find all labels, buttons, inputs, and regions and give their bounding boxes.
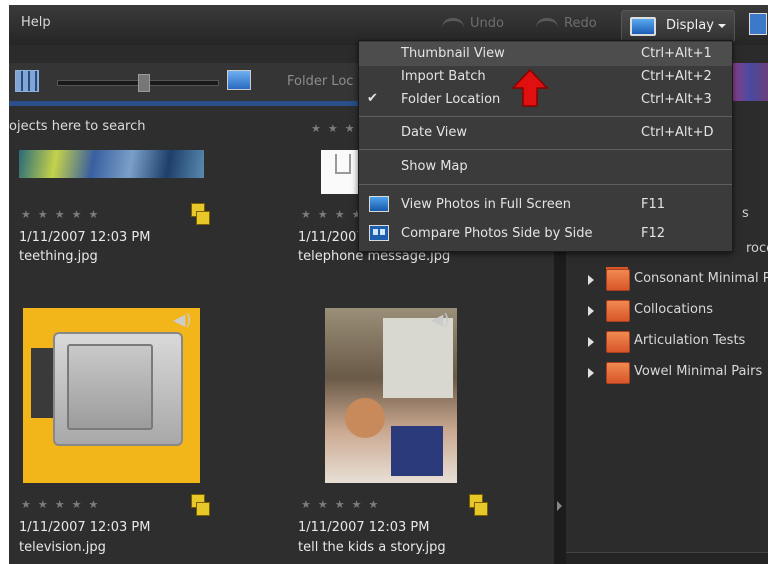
- redo-label: Redo: [564, 16, 597, 31]
- keyword-tag-icon: [606, 269, 630, 291]
- rating-stars[interactable]: ★★★★★: [301, 498, 385, 511]
- expand-icon[interactable]: [588, 275, 594, 285]
- slider-knob[interactable]: [138, 74, 150, 92]
- menu-separator: [359, 116, 732, 117]
- menu-item-shortcut: Ctrl+Alt+3: [641, 92, 712, 107]
- menu-item-date-view[interactable]: Date View Ctrl+Alt+D: [359, 121, 732, 145]
- keyword-tag-icon: [469, 494, 488, 516]
- chevron-down-icon: [718, 24, 726, 28]
- menu-bar: Help Undo Redo Display: [9, 5, 768, 45]
- keyword-label: Articulation Tests: [634, 333, 746, 348]
- menu-item-label: Import Batch: [401, 69, 486, 84]
- small-thumbnails-icon[interactable]: [15, 70, 39, 92]
- menu-item-label: Show Map: [401, 159, 468, 174]
- menu-item-label: Thumbnail View: [401, 46, 505, 61]
- rating-stars[interactable]: ★★★★★: [21, 208, 105, 221]
- menu-item-show-map[interactable]: Show Map: [359, 155, 732, 179]
- undo-icon: [442, 18, 464, 29]
- photo-filename: television.jpg: [19, 540, 106, 555]
- search-hint: ojects here to search: [9, 119, 146, 134]
- undo-label: Undo: [470, 16, 504, 31]
- menu-item-thumbnail-view[interactable]: Thumbnail View Ctrl+Alt+1: [359, 42, 732, 66]
- expand-icon[interactable]: [588, 306, 594, 316]
- keyword-tag-icon: [606, 300, 630, 322]
- menu-separator: [359, 149, 732, 150]
- television-image: [53, 332, 183, 446]
- redo-button[interactable]: Redo: [536, 16, 597, 31]
- keyword-tag-icon: [191, 203, 210, 225]
- edit-icon[interactable]: [749, 13, 767, 35]
- keyword-item[interactable]: Articulation Tests: [566, 327, 768, 357]
- menu-item-shortcut: Ctrl+Alt+2: [641, 69, 712, 84]
- keyword-tag-icon: [606, 362, 630, 384]
- photo-thumbnail-kids[interactable]: ◀): [325, 308, 457, 483]
- menu-separator: [359, 184, 732, 185]
- large-thumbnail-icon[interactable]: [227, 70, 251, 90]
- menu-item-shortcut: Ctrl+Alt+D: [641, 125, 714, 140]
- photo-thumbnail[interactable]: [321, 150, 361, 194]
- menu-item-full-screen[interactable]: View Photos in Full Screen F11: [359, 193, 732, 217]
- color-strip: [733, 63, 768, 101]
- menu-item-shortcut: Ctrl+Alt+1: [641, 46, 712, 61]
- checkmark-icon: ✔: [367, 91, 378, 106]
- folder-location-label: Folder Loc: [287, 74, 354, 89]
- photo-filename: tell the kids a story.jpg: [298, 540, 446, 555]
- photo-filename: teething.jpg: [19, 249, 98, 264]
- menu-item-label: Folder Location: [401, 92, 501, 107]
- red-arrow-annotation: [511, 68, 549, 107]
- compare-icon: [369, 225, 389, 241]
- audio-icon[interactable]: ◀): [173, 310, 192, 329]
- display-button[interactable]: Display: [621, 10, 735, 42]
- menu-item-label: Date View: [401, 125, 468, 140]
- full-screen-icon: [369, 196, 389, 212]
- menu-item-label: View Photos in Full Screen: [401, 197, 572, 212]
- keyword-partial: s: [742, 206, 749, 221]
- menu-item-compare-side-by-side[interactable]: Compare Photos Side by Side F12: [359, 222, 732, 246]
- keyword-tag-icon: [606, 331, 630, 353]
- keyword-label: Consonant Minimal P: [634, 271, 768, 286]
- menu-item-shortcut: F12: [641, 226, 666, 241]
- menu-item-label: Compare Photos Side by Side: [401, 226, 593, 241]
- photo-date: 1/11/2007 12:03 PM: [19, 520, 151, 535]
- display-label: Display: [666, 18, 714, 33]
- keyword-item[interactable]: Collocations: [566, 296, 768, 326]
- audio-icon[interactable]: ◀): [431, 310, 450, 329]
- redo-icon: [536, 18, 558, 29]
- thumbnail-size-slider[interactable]: [57, 74, 219, 92]
- expand-icon[interactable]: [588, 368, 594, 378]
- help-menu[interactable]: Help: [21, 15, 51, 30]
- photo-date: 1/11/2007 12:03 PM: [298, 520, 430, 535]
- panel-footer: [566, 552, 768, 564]
- expand-icon[interactable]: [588, 337, 594, 347]
- keyword-tag-icon: [191, 494, 210, 516]
- photo-date: 1/11/2007 12:03 PM: [19, 230, 151, 245]
- keyword-item[interactable]: Consonant Minimal P: [566, 265, 768, 295]
- keyword-label: Vowel Minimal Pairs: [634, 364, 763, 379]
- undo-button[interactable]: Undo: [442, 16, 504, 31]
- keyword-partial: roces: [746, 241, 768, 256]
- keyword-item[interactable]: Vowel Minimal Pairs: [566, 358, 768, 388]
- keyword-label: Collocations: [634, 302, 713, 317]
- photo-thumbnail-television[interactable]: ◀): [23, 308, 200, 483]
- monitor-icon: [630, 17, 656, 36]
- rating-stars[interactable]: ★★★★★: [21, 498, 105, 511]
- menu-item-shortcut: F11: [641, 197, 666, 212]
- photo-thumbnail[interactable]: [19, 150, 204, 178]
